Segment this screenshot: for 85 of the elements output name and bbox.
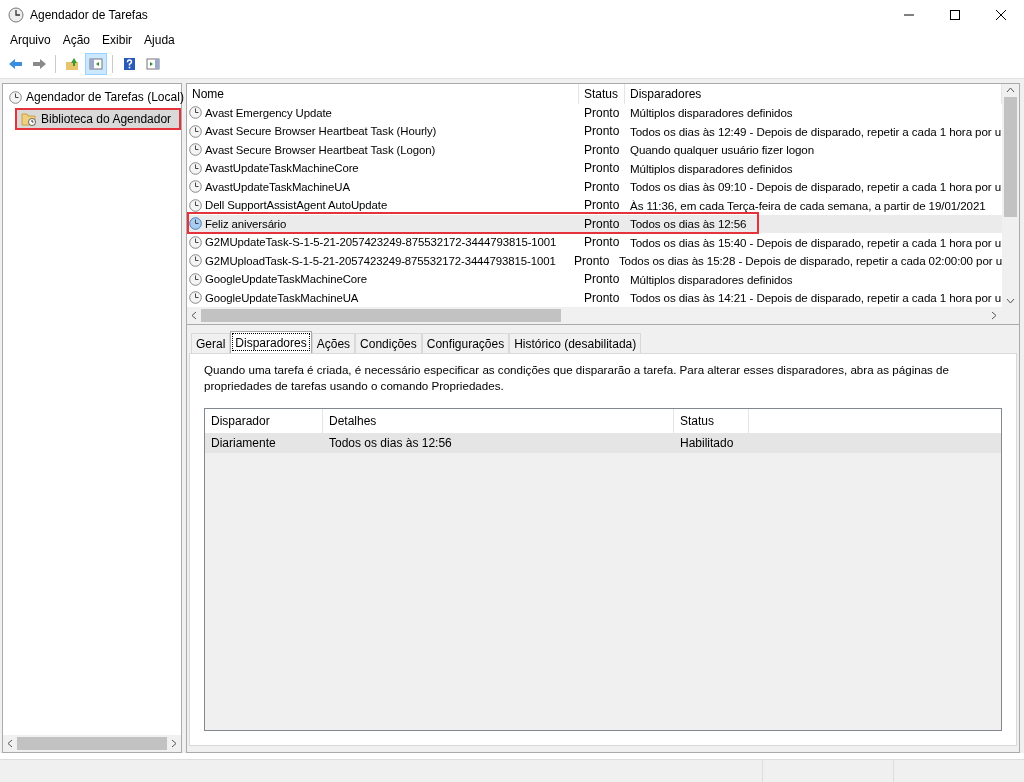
tab[interactable]: Configurações: [421, 333, 510, 353]
table-cell: Habilitado: [680, 436, 734, 450]
task-status: Pronto: [584, 198, 620, 213]
task-row[interactable]: AvastUpdateTaskMachineUA Pronto Todos os dias às 09:10 - Depois de disparado, repetir a cada 1 hora por u: [187, 177, 1002, 196]
task-trigger: Todos os dias às 15:28 - Depois de disparado, repetir a cada 02:00:00 por u: [618, 254, 1002, 268]
clock-icon: [8, 7, 24, 23]
clock-icon: [9, 90, 22, 104]
task-status: Pronto: [584, 161, 620, 176]
task-name: G2MUploadTask-S-1-5-21-2057423249-875532172-3444793815-1001: [205, 254, 556, 267]
task-trigger: Todos os dias às 12:49 - Depois de disparado, repetir a cada 1 hora por u: [630, 124, 1002, 138]
clock-icon: [189, 217, 202, 231]
tree-item[interactable]: Biblioteca do Agendador: [15, 108, 181, 130]
horizontal-scrollbar[interactable]: [3, 735, 181, 752]
scroll-left-icon[interactable]: [6, 739, 13, 748]
vertical-scrollbar[interactable]: [1002, 84, 1019, 307]
table-cell: Todos os dias às 12:56: [329, 436, 452, 450]
task-trigger: Todos os dias às 15:40 - Depois de disparado, repetir a cada 1 hora por u: [630, 235, 1002, 249]
task-name: AvastUpdateTaskMachineUA: [205, 180, 350, 193]
task-status: Pronto: [584, 105, 620, 120]
task-row[interactable]: G2MUpdateTask-S-1-5-21-2057423249-875532172-3444793815-1001 Pronto Todos os dias às 15:40 - Depois de disparado, repetir a cada 1 hora por u: [187, 233, 1002, 252]
task-name: Avast Secure Browser Heartbeat Task (Logon): [205, 143, 436, 156]
task-status: Pronto: [584, 235, 620, 250]
task-status: Pronto: [584, 272, 620, 287]
folder-clock-icon: [21, 112, 37, 126]
task-status: Pronto: [573, 253, 610, 268]
task-row[interactable]: Feliz aniversário Pronto Todos os dias às 12:56: [187, 214, 1002, 233]
close-icon: [996, 10, 1006, 20]
maximize-icon: [950, 10, 960, 20]
task-row[interactable]: AvastUpdateTaskMachineCore Pronto Múltiplos disparadores definidos: [187, 159, 1002, 178]
task-status: Pronto: [584, 290, 620, 305]
task-name: G2MUpdateTask-S-1-5-21-2057423249-875532172-3444793815-1001: [205, 236, 557, 249]
forward-arrow-icon: [31, 56, 47, 72]
tab[interactable]: Disparadores: [230, 331, 312, 353]
task-status: Pronto: [584, 179, 620, 194]
task-row[interactable]: Avast Secure Browser Heartbeat Task (Logon) Pronto Quando qualquer usuário fizer logon: [187, 140, 1002, 159]
scroll-down-icon[interactable]: [1006, 298, 1015, 305]
task-trigger: Todos os dias às 12:56: [630, 217, 747, 231]
task-name: GoogleUpdateTaskMachineUA: [205, 291, 359, 304]
tab[interactable]: Condições: [355, 333, 422, 353]
task-row[interactable]: Dell SupportAssistAgent AutoUpdate Pronto Às 11:36, em cada Terça-feira de cada semana, a partir de 19/01/2021: [187, 196, 1002, 215]
task-status: Pronto: [584, 142, 620, 157]
task-trigger: Às 11:36, em cada Terça-feira de cada semana, a partir de 19/01/2021: [630, 198, 986, 212]
back-arrow-icon: [7, 56, 23, 72]
menu-item[interactable]: Exibir: [96, 33, 139, 47]
task-row[interactable]: G2MUploadTask-S-1-5-21-2057423249-875532172-3444793815-1001 Pronto Todos os dias às 15:28 - Depois de disparado, repetir a cada 02:00:00 por u: [187, 251, 1002, 270]
description-text: Quando uma tarefa é criada, é necessário especificar as condições que dispararão a tarefa. Para alterar esses disparadores, abra as páginas de propriedades de tarefas usando o comando Propriedades.: [204, 362, 950, 394]
tab[interactable]: Ações: [311, 333, 356, 353]
task-name: Feliz aniversário: [205, 217, 287, 230]
task-status: Pronto: [584, 216, 620, 231]
task-row[interactable]: Avast Secure Browser Heartbeat Task (Hourly) Pronto Todos os dias às 12:49 - Depois de disparado, repetir a cada 1 hora por u: [187, 122, 1002, 141]
scroll-up-icon[interactable]: [1006, 86, 1015, 93]
task-name: Dell SupportAssistAgent AutoUpdate: [205, 199, 388, 212]
menu-item[interactable]: Arquivo: [4, 33, 57, 47]
task-trigger: Quando qualquer usuário fizer logon: [630, 143, 815, 157]
task-name: AvastUpdateTaskMachineCore: [205, 162, 359, 175]
horizontal-scrollbar[interactable]: [187, 307, 1019, 324]
table-cell: Diariamente: [211, 436, 276, 450]
task-trigger: Múltiplos disparadores definidos: [630, 272, 793, 286]
tree-pane-icon: [88, 56, 104, 72]
task-row[interactable]: GoogleUpdateTaskMachineUA Pronto Todos os dias às 14:21 - Depois de disparado, repetir a cada 1 hora por u: [187, 288, 1002, 307]
help-icon: [121, 56, 137, 72]
tab[interactable]: Histórico (desabilitada): [509, 333, 642, 353]
task-trigger: Todos os dias às 14:21 - Depois de disparado, repetir a cada 1 hora por u: [630, 291, 1002, 305]
task-name: Avast Secure Browser Heartbeat Task (Hourly): [205, 125, 437, 138]
tab[interactable]: Geral: [191, 333, 231, 353]
column-header[interactable]: Status: [579, 84, 625, 104]
scroll-right-icon[interactable]: [991, 311, 998, 320]
task-status: Pronto: [584, 124, 620, 139]
menu-item[interactable]: Ajuda: [138, 33, 181, 47]
task-trigger: Múltiplos disparadores definidos: [630, 106, 793, 120]
task-row[interactable]: GoogleUpdateTaskMachineCore Pronto Múltiplos disparadores definidos: [187, 270, 1002, 289]
task-trigger: Múltiplos disparadores definidos: [630, 161, 793, 175]
task-trigger: Todos os dias às 09:10 - Depois de disparado, repetir a cada 1 hora por u: [630, 180, 1002, 194]
scroll-left-icon[interactable]: [190, 311, 197, 320]
menu-item[interactable]: Ação: [56, 33, 97, 47]
task-name: Avast Emergency Update: [205, 106, 332, 119]
folder-icon: [64, 56, 80, 72]
column-header[interactable]: Nome: [187, 84, 579, 104]
action-pane-icon: [145, 56, 161, 72]
task-name: GoogleUpdateTaskMachineCore: [205, 273, 367, 286]
trigger-row[interactable]: Diariamente Todos os dias às 12:56 Habilitado: [205, 433, 1001, 453]
task-row[interactable]: Avast Emergency Update Pronto Múltiplos disparadores definidos: [187, 103, 1002, 122]
window-title: Agendador de Tarefas: [30, 8, 149, 22]
tree-pane-button[interactable]: [85, 53, 107, 75]
scroll-right-icon[interactable]: [171, 739, 178, 748]
